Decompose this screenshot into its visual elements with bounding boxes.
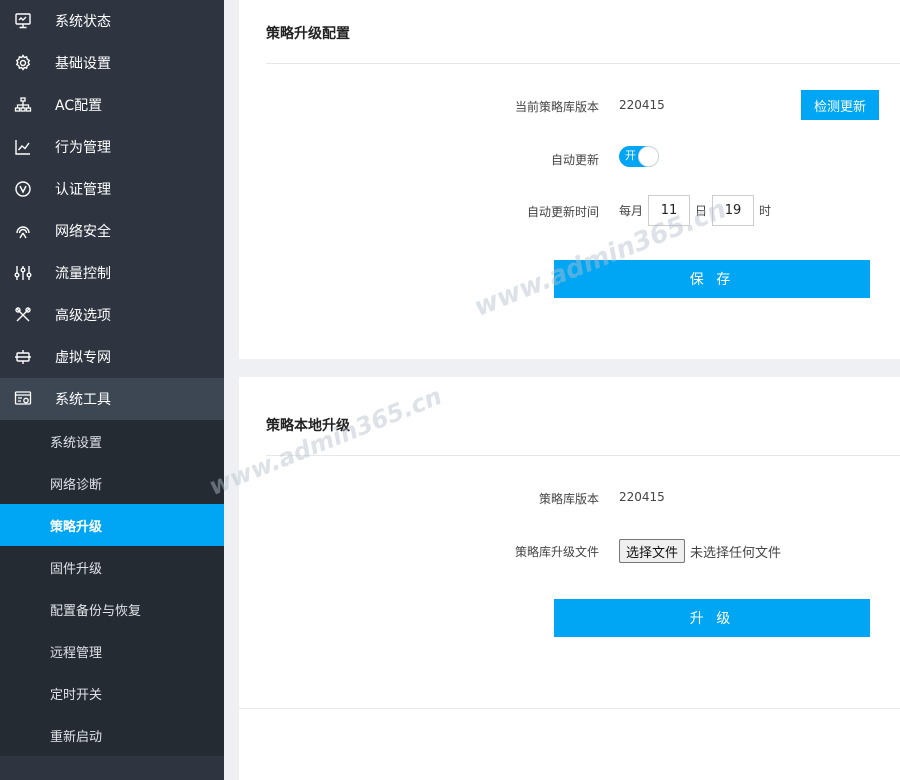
sliders-icon <box>14 264 32 282</box>
network-tree-icon <box>14 96 32 114</box>
file-status-text: 未选择任何文件 <box>690 545 782 561</box>
policy-upgrade-config-panel: 策略升级配置 当前策略库版本 220415 检测更新 自动更新 开 自动更新时间… <box>239 0 900 359</box>
auto-update-time-label: 自动更新时间 <box>526 205 599 219</box>
save-button[interactable]: 保 存 <box>554 260 870 298</box>
trend-chart-icon <box>14 138 32 156</box>
submenu-item-system-settings[interactable]: 系统设置 <box>0 420 224 462</box>
sidebar-item-ac-config[interactable]: AC配置 <box>0 84 224 126</box>
auto-update-time-row: 每月 日 时 <box>619 195 771 226</box>
submenu-item-config-backup[interactable]: 配置备份与恢复 <box>0 588 224 630</box>
hour-input[interactable] <box>712 195 755 226</box>
vpn-icon <box>14 348 32 366</box>
sidebar-item-system-tools[interactable]: 系统工具 <box>0 378 224 420</box>
sidebar-item-network-security[interactable]: 网络安全 <box>0 210 224 252</box>
sidebar-item-basic-settings[interactable]: 基础设置 <box>0 42 224 84</box>
divider <box>239 708 900 709</box>
auto-update-label: 自动更新 <box>550 153 599 167</box>
shield-icon <box>14 222 32 240</box>
toggle-knob <box>638 146 659 167</box>
current-version-label: 当前策略库版本 <box>514 100 599 114</box>
system-tools-icon <box>14 390 32 408</box>
day-input[interactable] <box>648 195 691 226</box>
sidebar-item-label: 虚拟专网 <box>55 350 111 366</box>
sidebar-item-traffic-control[interactable]: 流量控制 <box>0 252 224 294</box>
sidebar-item-label: 认证管理 <box>55 182 111 198</box>
gear-icon <box>14 54 32 72</box>
upgrade-file-label: 策略库升级文件 <box>514 545 599 559</box>
sidebar: 系统状态 基础设置 AC配置 行为管理 认证管理 网络安全 流量控制 高级选项 … <box>0 0 224 780</box>
sidebar-item-label: 网络安全 <box>55 224 111 240</box>
submenu-item-firmware-upgrade[interactable]: 固件升级 <box>0 546 224 588</box>
sidebar-item-label: AC配置 <box>55 98 103 114</box>
hour-suffix: 时 <box>759 204 772 218</box>
panel-title: 策略升级配置 <box>266 26 350 42</box>
monitor-icon <box>14 12 32 30</box>
sidebar-item-label: 行为管理 <box>55 140 111 156</box>
sidebar-item-behavior-management[interactable]: 行为管理 <box>0 126 224 168</box>
auto-update-toggle[interactable]: 开 <box>619 146 659 167</box>
submenu-item-policy-upgrade[interactable]: 策略升级 <box>0 504 224 546</box>
sidebar-item-vpn[interactable]: 虚拟专网 <box>0 336 224 378</box>
system-tools-submenu: 系统设置 网络诊断 策略升级 固件升级 配置备份与恢复 远程管理 定时开关 重新… <box>0 420 224 756</box>
sidebar-item-label: 基础设置 <box>55 56 111 72</box>
policy-local-upgrade-panel: 策略本地升级 策略库版本 220415 策略库升级文件 选择文件 未选择任何文件… <box>239 377 900 780</box>
file-chooser: 选择文件 未选择任何文件 <box>619 539 781 563</box>
sidebar-item-label: 流量控制 <box>55 266 111 282</box>
divider <box>266 63 900 64</box>
library-version-label: 策略库版本 <box>538 492 599 506</box>
library-version-value: 220415 <box>619 490 665 504</box>
upgrade-button[interactable]: 升 级 <box>554 599 870 637</box>
choose-file-button[interactable]: 选择文件 <box>619 539 686 563</box>
submenu-item-remote-management[interactable]: 远程管理 <box>0 630 224 672</box>
divider <box>266 455 900 456</box>
tools-icon <box>14 306 32 324</box>
panel-title: 策略本地升级 <box>266 418 350 434</box>
monthly-prefix: 每月 <box>619 204 644 218</box>
sidebar-item-label: 系统工具 <box>55 392 111 408</box>
verify-icon <box>14 180 32 198</box>
sidebar-item-label: 高级选项 <box>55 308 111 324</box>
sidebar-item-label: 系统状态 <box>55 14 111 30</box>
current-version-value: 220415 <box>619 98 665 112</box>
toggle-on-text: 开 <box>625 149 636 162</box>
submenu-item-network-diagnosis[interactable]: 网络诊断 <box>0 462 224 504</box>
submenu-item-scheduled-switch[interactable]: 定时开关 <box>0 672 224 714</box>
day-suffix: 日 <box>695 204 708 218</box>
sidebar-item-advanced-options[interactable]: 高级选项 <box>0 294 224 336</box>
sidebar-item-auth-management[interactable]: 认证管理 <box>0 168 224 210</box>
sidebar-item-system-status[interactable]: 系统状态 <box>0 0 224 42</box>
submenu-item-reboot[interactable]: 重新启动 <box>0 714 224 756</box>
check-update-button[interactable]: 检测更新 <box>801 90 879 120</box>
